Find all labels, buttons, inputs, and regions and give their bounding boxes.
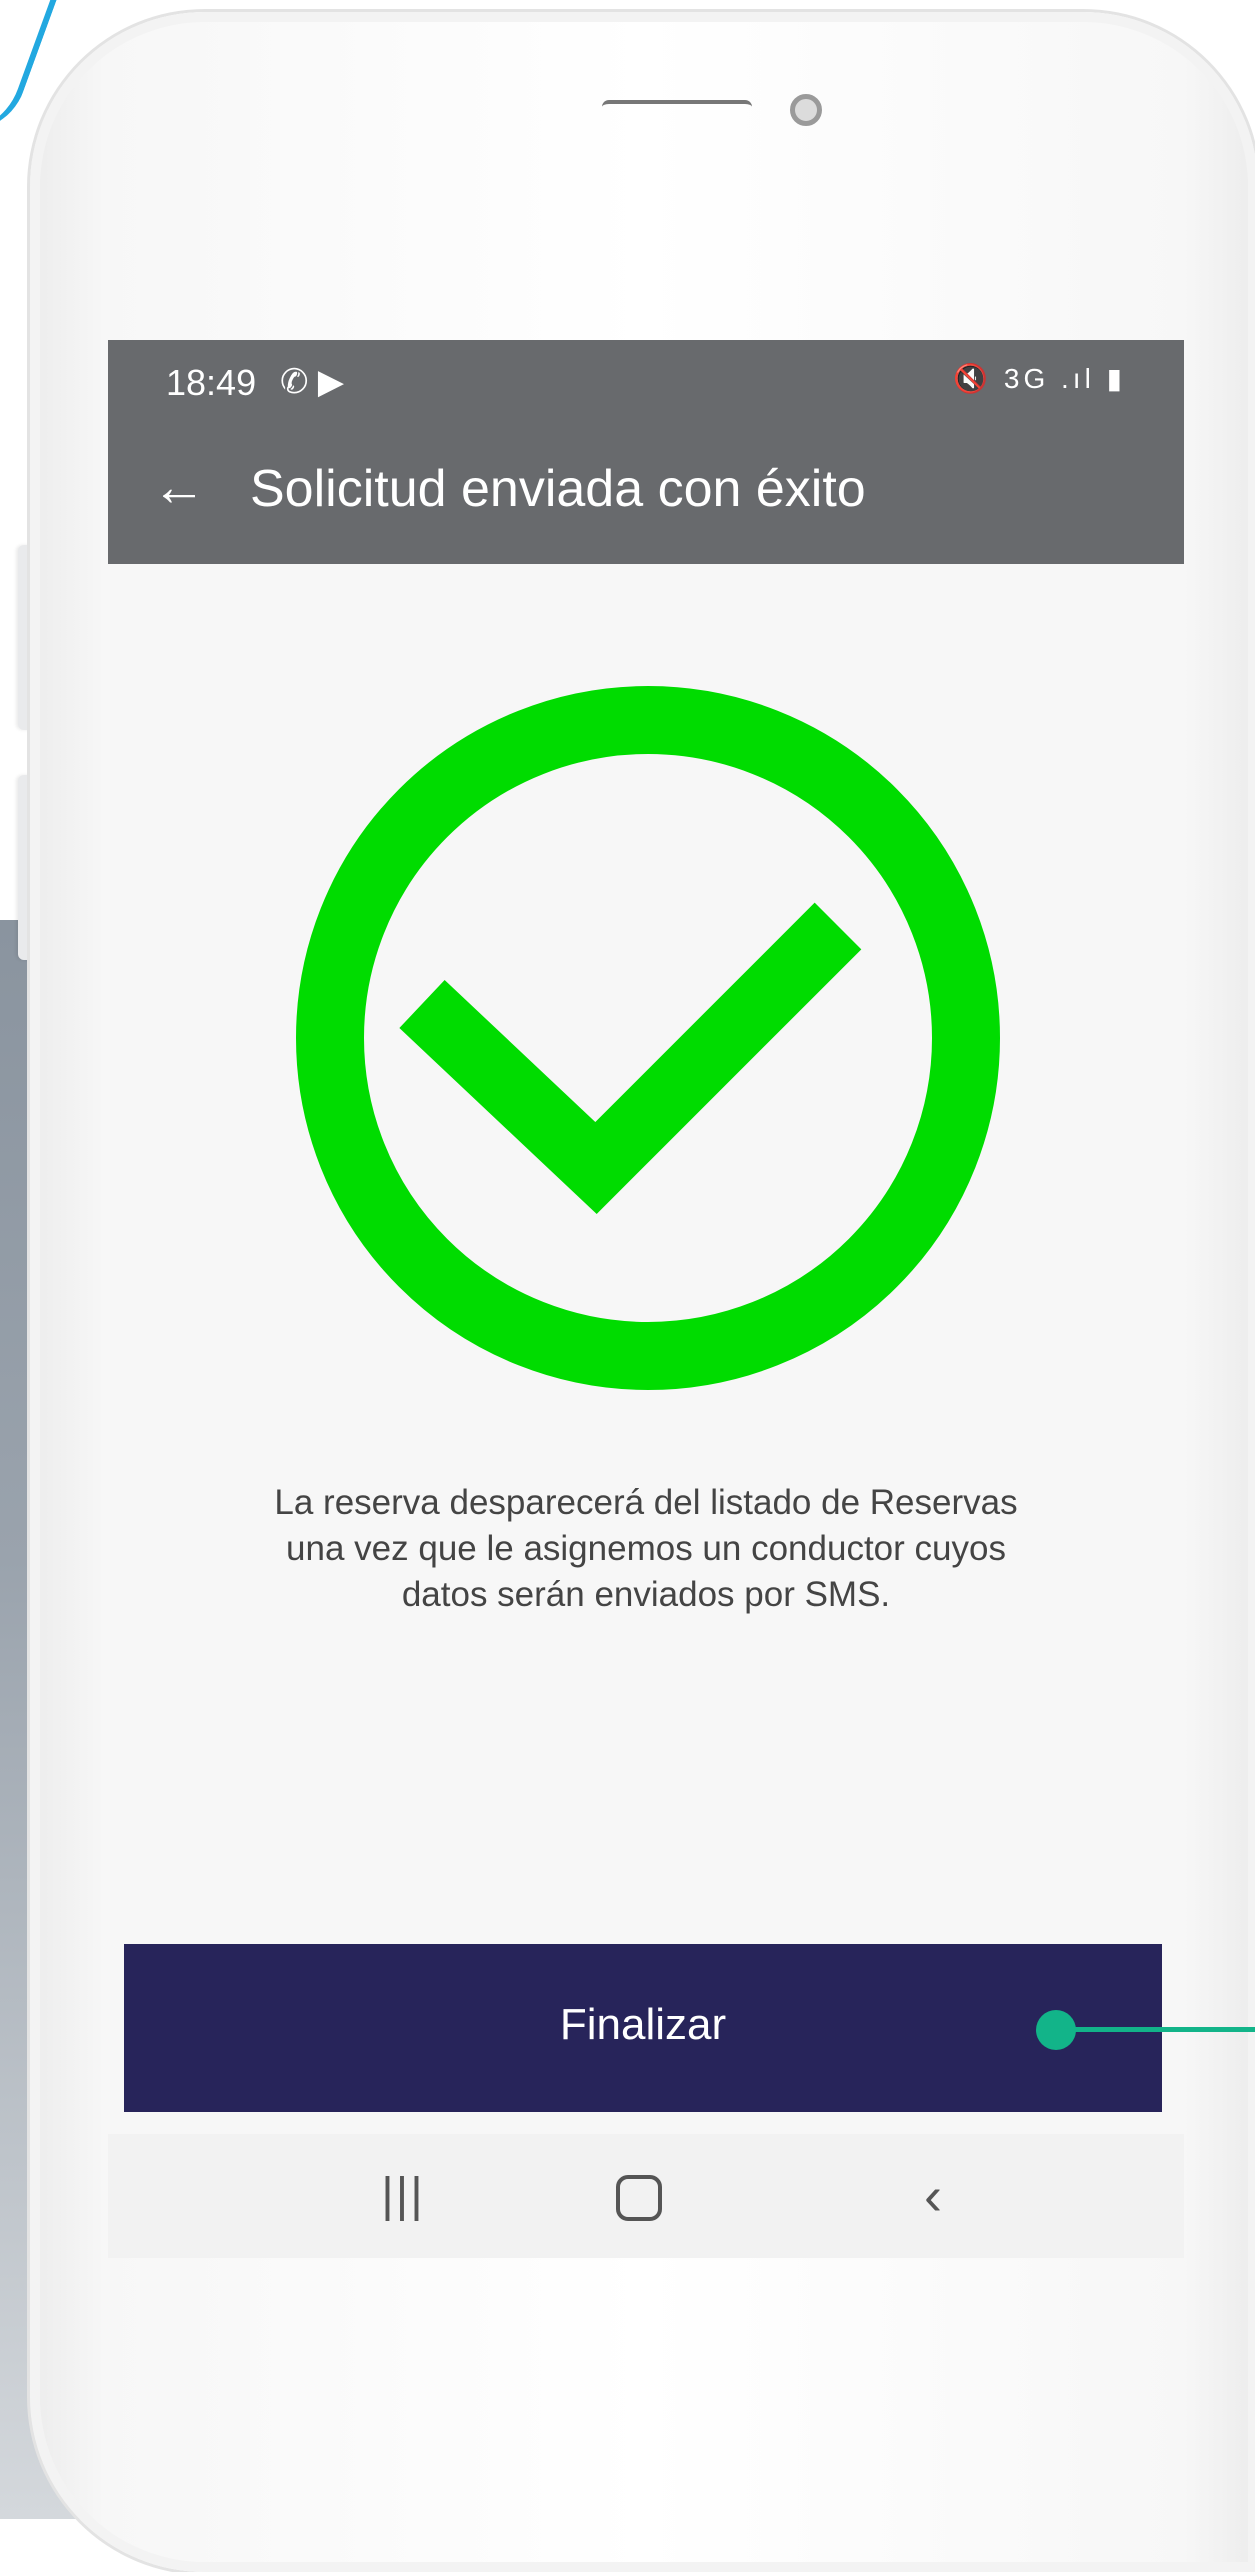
status-system-icons: 🔇 3G .ıl ▮ xyxy=(953,363,1126,394)
message-line: datos serán enviados por SMS. xyxy=(401,1575,891,1614)
confirmation-message: La reserva desparecerá del listado de Re… xyxy=(198,1480,1094,1618)
system-nav-bar: ||| ‹ xyxy=(108,2134,1184,2258)
status-notification-icons: ✆ ▶ xyxy=(280,363,345,401)
app-bar: 18:49 ✆ ▶ 🔇 3G .ıl ▮ ← Solicitud enviada… xyxy=(108,340,1184,564)
recents-icon[interactable]: ||| xyxy=(358,2164,448,2228)
check-circle-icon xyxy=(290,680,1006,1396)
page-title: Solicitud enviada con éxito xyxy=(250,460,866,518)
front-camera xyxy=(790,94,822,126)
nav-back-icon[interactable]: ‹ xyxy=(888,2164,978,2228)
message-line: una vez que le asignemos un conductor cu… xyxy=(286,1529,1006,1568)
message-line: La reserva desparecerá del listado de Re… xyxy=(274,1483,1018,1522)
status-time: 18:49 xyxy=(166,362,257,403)
phone-screen: 18:49 ✆ ▶ 🔇 3G .ıl ▮ ← Solicitud enviada… xyxy=(108,340,1184,2258)
annotation-dot xyxy=(1036,2010,1076,2050)
finalizar-button[interactable]: Finalizar xyxy=(124,1944,1162,2112)
home-icon[interactable] xyxy=(594,2164,684,2228)
speaker-grille xyxy=(602,100,752,114)
back-arrow-icon[interactable]: ← xyxy=(152,460,206,514)
finalizar-label: Finalizar xyxy=(559,2000,727,2049)
annotation-line xyxy=(1072,2027,1255,2032)
